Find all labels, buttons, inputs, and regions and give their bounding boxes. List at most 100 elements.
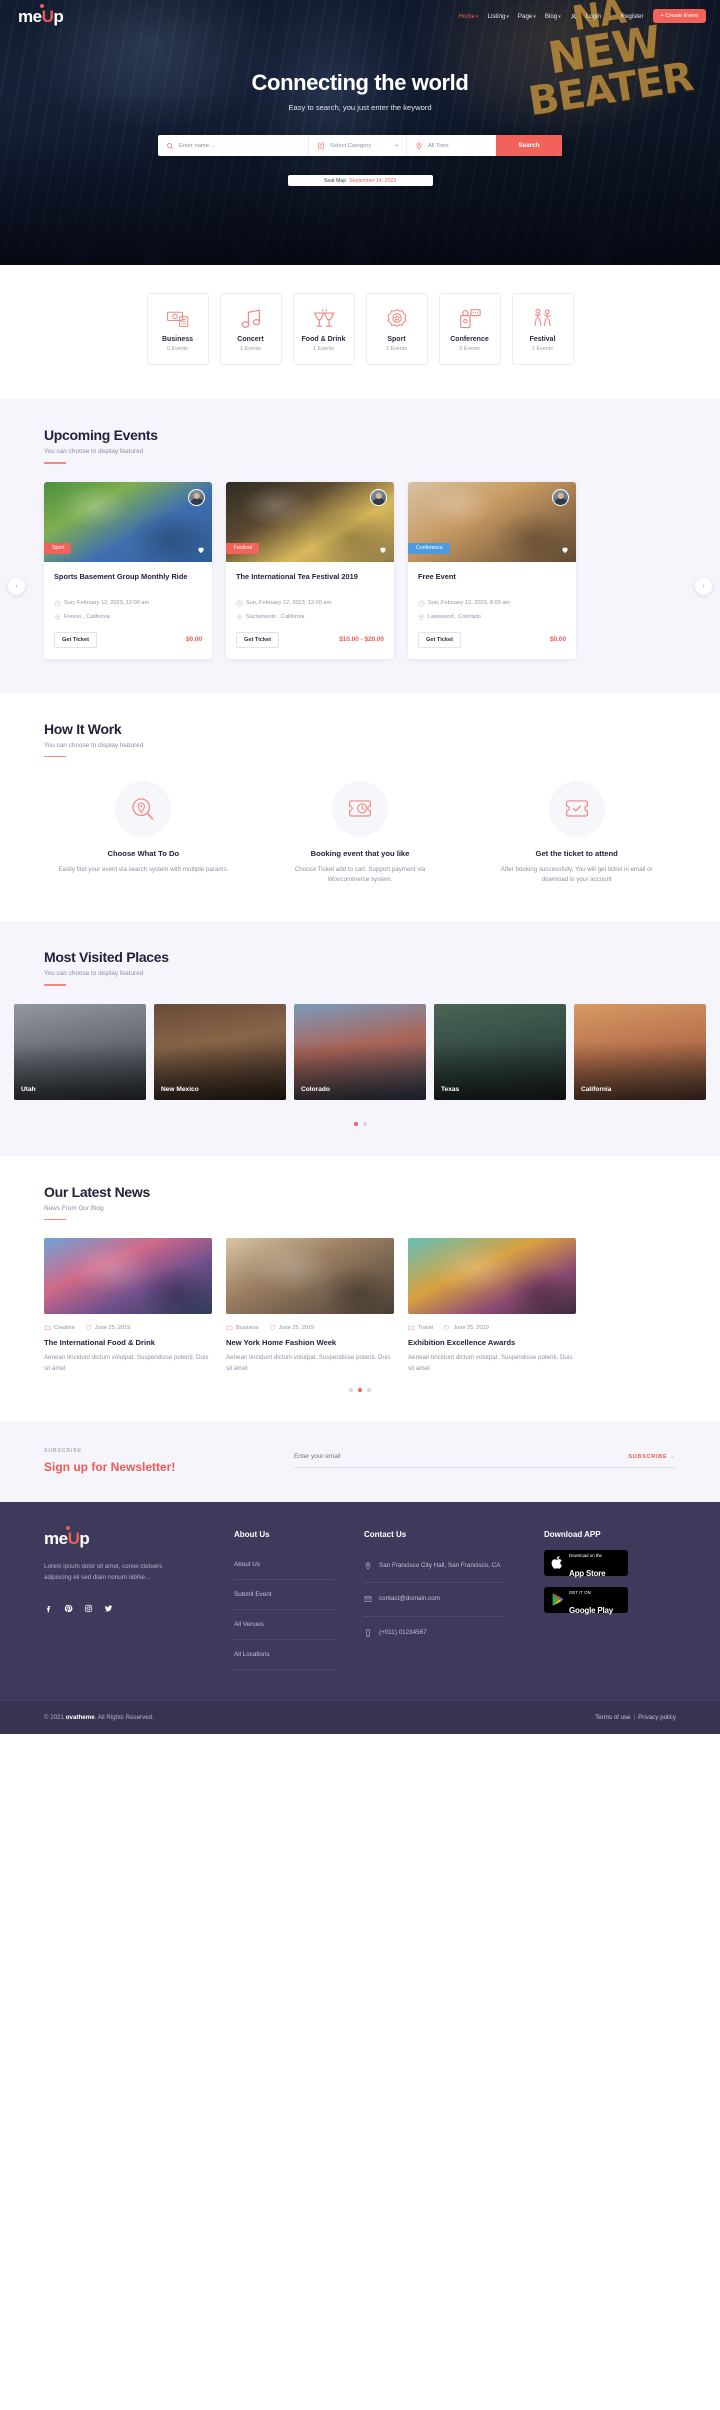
facebook-icon[interactable]: [44, 1600, 53, 1618]
news-card[interactable]: Creative June 25, 2019 The International…: [44, 1238, 212, 1373]
search-name-field[interactable]: Enter name ...: [158, 135, 308, 156]
register-link[interactable]: Register: [620, 13, 643, 20]
footer-email-row[interactable]: contact@domain.com: [364, 1583, 504, 1617]
category-name: Festival: [529, 335, 556, 343]
get-ticket-button[interactable]: Get Ticket: [418, 631, 461, 648]
seat-map-notice[interactable]: Seat Map September 14, 2023: [287, 175, 433, 186]
category-card-food-drink[interactable]: Food & Drink 1 Events: [292, 293, 355, 365]
newsletter-subscribe-button[interactable]: SUBSCRIBE →: [628, 1454, 676, 1460]
search-name-placeholder: Enter name ...: [179, 142, 216, 149]
event-card[interactable]: Festival The International Tea Festival …: [226, 481, 394, 659]
event-card[interactable]: Sport Sports Basement Group Monthly Ride…: [44, 481, 212, 659]
how-step: Get the ticket to attend After booking s…: [477, 781, 676, 885]
clock-icon: [236, 600, 243, 606]
news-date: June 25, 2019: [278, 1324, 315, 1331]
news-category-item[interactable]: Business: [226, 1324, 259, 1331]
create-event-button[interactable]: + Create Event: [652, 9, 706, 23]
category-card-sport[interactable]: Sport 1 Events: [365, 293, 428, 365]
footer-legal-links: Terms of use | Privacy policy: [595, 1714, 676, 1721]
heart-icon[interactable]: [379, 546, 387, 554]
place-card[interactable]: Texas: [434, 1003, 566, 1100]
event-body: The International Tea Festival 2019 Sun,…: [226, 562, 394, 659]
footer-logo[interactable]: meUp: [44, 1525, 90, 1548]
heart-icon[interactable]: [197, 546, 205, 554]
event-footer: Get Ticket $0.00: [54, 631, 202, 648]
event-date: Sun, February 12, 2023, 12:00 am: [246, 600, 332, 606]
news-meta: Business June 25, 2019: [226, 1324, 394, 1331]
news-category-item[interactable]: Creative: [44, 1324, 75, 1331]
footer-bottom-row: © 2021 ovatheme. All Rights Reserved. Te…: [44, 1701, 676, 1734]
footer-link-about-us[interactable]: About Us: [234, 1550, 334, 1580]
nav-item-home[interactable]: Home▾: [458, 13, 478, 20]
upcoming-header: Upcoming Events You can choose to displa…: [44, 399, 676, 464]
how-steps-row: Choose What To Do Easily find your event…: [44, 781, 676, 921]
carousel-dot[interactable]: [353, 1121, 358, 1126]
event-card[interactable]: Conference Free Event Sun, February 12, …: [408, 481, 576, 659]
site-logo[interactable]: meUp: [18, 3, 64, 25]
footer-brand-column: meUp Lorem ipsum dolor sit amet, conse c…: [44, 1525, 234, 1670]
news-card[interactable]: Business June 25, 2019 New York Home Fas…: [226, 1238, 394, 1373]
event-place-row: Sacramento , California: [236, 613, 384, 621]
nav-item-page[interactable]: Page▾: [518, 13, 536, 20]
news-category-item[interactable]: Travel: [408, 1324, 433, 1331]
news-title: The International Food & Drink: [44, 1338, 155, 1348]
login-link[interactable]: Login: [586, 13, 601, 20]
carousel-prev-button[interactable]: ‹: [8, 577, 25, 595]
search-time-select[interactable]: All Time: [406, 135, 496, 156]
news-excerpt: Aenean tincidunt dictum volutpat. Suspen…: [226, 1354, 391, 1372]
location-pin-icon: [365, 1562, 371, 1570]
instagram-icon[interactable]: [84, 1600, 93, 1618]
footer-link-submit-event[interactable]: Submit Event: [234, 1580, 334, 1610]
get-ticket-button[interactable]: Get Ticket: [54, 631, 97, 648]
category-card-conference[interactable]: Conference 3 Events: [438, 293, 501, 365]
event-place: Sacramento , California: [246, 614, 305, 620]
place-name: New Mexico: [161, 1085, 199, 1093]
category-count: 1 Events: [240, 345, 261, 352]
place-card[interactable]: Colorado: [294, 1003, 426, 1100]
app-store-button[interactable]: Download on the App Store: [544, 1549, 628, 1578]
footer-link-all-venues[interactable]: All Venues: [234, 1610, 334, 1640]
footer-phone-row[interactable]: (+011) 01234567: [364, 1617, 504, 1650]
get-ticket-button[interactable]: Get Ticket: [236, 631, 279, 648]
event-place-row: Lakewood , Colorado: [418, 613, 566, 621]
twitter-icon[interactable]: [104, 1600, 113, 1618]
hero-subtitle: Easy to search, you just enter the keywo…: [288, 103, 432, 112]
section-underline: [44, 1218, 66, 1221]
place-card[interactable]: California: [574, 1003, 706, 1100]
carousel-next-button[interactable]: ›: [695, 577, 712, 595]
carousel-dot[interactable]: [362, 1121, 367, 1126]
google-play-button[interactable]: GET IT ON Google Play: [544, 1586, 628, 1615]
search-submit-button[interactable]: Search: [496, 135, 562, 156]
category-card-festival[interactable]: Festival 1 Events: [511, 293, 574, 365]
event-title: The International Tea Festival 2019: [236, 571, 358, 581]
copyright-text: © 2021 ovatheme. All Rights Reserved.: [44, 1714, 154, 1721]
event-body: Free Event Sun, February 12, 2023, 8:00 …: [408, 562, 576, 659]
place-card[interactable]: New Mexico: [154, 1003, 286, 1100]
nav-item-listing[interactable]: Listing▾: [488, 13, 509, 20]
footer-link-all-locations[interactable]: All Locations: [234, 1640, 334, 1670]
pinterest-icon[interactable]: [64, 1600, 73, 1618]
terms-of-use-link[interactable]: Terms of use: [595, 1714, 630, 1721]
heart-icon[interactable]: [561, 546, 569, 554]
ticket-check-icon: [548, 781, 605, 837]
news-card[interactable]: Travel June 25, 2019 Exhibition Excellen…: [408, 1238, 576, 1373]
search-category-select[interactable]: Select Category ▾: [308, 135, 406, 156]
cheers-glasses-icon: [312, 307, 336, 331]
section-title: How It Work: [44, 720, 122, 737]
carousel-dot[interactable]: [358, 1387, 362, 1392]
places-header: Most Visited Places You can choose to di…: [44, 921, 676, 986]
place-card[interactable]: Utah: [14, 1003, 146, 1100]
clock-icon: [418, 600, 425, 606]
privacy-policy-link[interactable]: Privacy policy: [638, 1714, 676, 1721]
carousel-dot[interactable]: [367, 1387, 371, 1392]
newsletter-email-input[interactable]: [294, 1453, 629, 1461]
footer-logo-text-b: p: [79, 1528, 90, 1548]
search-time-placeholder: All Time: [428, 142, 449, 149]
section-underline: [44, 984, 66, 986]
category-card-concert[interactable]: Concert 1 Events: [219, 293, 282, 365]
nav-item-blog[interactable]: Blog▾: [545, 13, 561, 20]
heart-icon: [269, 1325, 275, 1331]
category-card-business[interactable]: Business 0 Events: [146, 293, 209, 365]
carousel-dot[interactable]: [349, 1387, 353, 1392]
category-list-icon: [318, 142, 324, 149]
